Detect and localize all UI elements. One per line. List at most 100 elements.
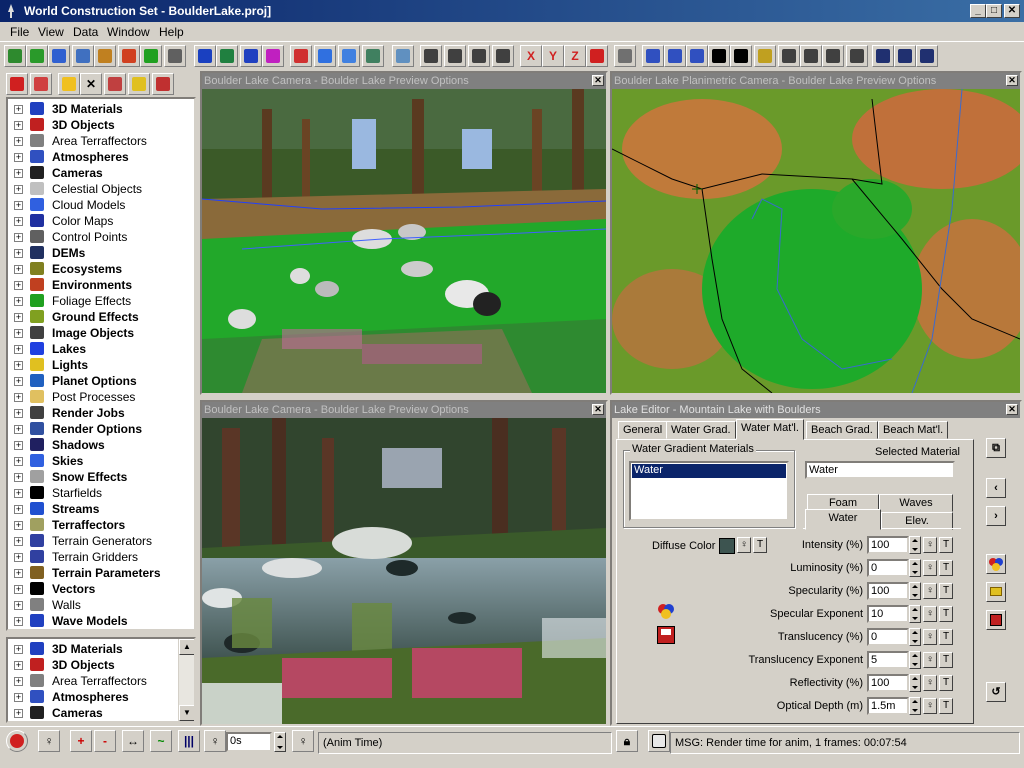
move-button[interactable]	[420, 45, 442, 67]
optical-depth-m-anim-button[interactable]: ♀	[923, 698, 937, 714]
specular-exponent-texture-button[interactable]: T	[939, 606, 953, 622]
menu-file[interactable]: File	[10, 25, 29, 39]
expand-icon[interactable]: +	[14, 457, 23, 466]
luminosity-texture-button[interactable]: T	[939, 560, 953, 576]
tab-general[interactable]: General	[618, 421, 668, 439]
scale-keys-button[interactable]: ↔	[122, 730, 144, 752]
open-button[interactable]	[128, 73, 150, 95]
subtab-waves[interactable]: Waves	[879, 494, 953, 512]
save-button[interactable]	[986, 610, 1006, 630]
expand-icon[interactable]: +	[14, 505, 23, 514]
translucency-input[interactable]: 0	[867, 628, 909, 646]
view-close-button[interactable]: ✕	[1006, 75, 1018, 86]
tree-item-ground-effects[interactable]: + Ground Effects	[8, 309, 188, 325]
expand-icon[interactable]: +	[14, 645, 23, 654]
timeline-button[interactable]: |||	[178, 730, 200, 752]
optical-depth-m-spinner[interactable]	[909, 697, 921, 715]
translucency-spinner[interactable]	[909, 628, 921, 646]
tree-item-planet-options[interactable]: + Planet Options	[8, 373, 188, 389]
tree-item-area-terraffectors[interactable]: + Area Terraffectors	[8, 673, 188, 689]
layout2-button[interactable]	[894, 45, 916, 67]
specularity-texture-button[interactable]: T	[939, 583, 953, 599]
menu-view[interactable]: View	[38, 25, 64, 39]
check-button[interactable]	[216, 45, 238, 67]
remove-key-button[interactable]: -	[94, 730, 116, 752]
expand-icon[interactable]: +	[14, 169, 23, 178]
expand-icon[interactable]: +	[14, 693, 23, 702]
arrows-button[interactable]	[492, 45, 514, 67]
expand-icon[interactable]: +	[14, 361, 23, 370]
minimize-button[interactable]: _	[970, 4, 986, 18]
planimetric-view[interactable]: Boulder Lake Planimetric Camera - Boulde…	[610, 71, 1022, 395]
intensity-texture-button[interactable]: T	[939, 537, 953, 553]
translucency-exponent-input[interactable]: 5	[867, 651, 909, 669]
tree-item-lights[interactable]: + Lights	[8, 357, 188, 373]
gradient-list-item[interactable]: Water	[632, 464, 786, 478]
previous-button[interactable]: ‹	[986, 478, 1006, 498]
y-axis-button[interactable]: Y	[542, 45, 564, 67]
zoom-pan-button[interactable]	[846, 45, 868, 67]
delete-button[interactable]	[708, 45, 730, 67]
tree-item-terraffectors[interactable]: + Terraffectors	[8, 517, 188, 533]
specularity-input[interactable]: 100	[867, 582, 909, 600]
specularity-anim-button[interactable]: ♀	[923, 583, 937, 599]
menu-help[interactable]: Help	[159, 25, 184, 39]
list-button[interactable]	[152, 73, 174, 95]
view-close-button[interactable]: ✕	[592, 404, 604, 415]
camera-button[interactable]	[164, 45, 186, 67]
expand-icon[interactable]: +	[14, 489, 23, 498]
intensity-spinner[interactable]	[909, 536, 921, 554]
graph-button[interactable]: ~	[150, 730, 172, 752]
broom-button[interactable]	[140, 45, 162, 67]
database-tree-secondary[interactable]: ▲ ▼ +3D Materials +3D Objects + Area Terraf…	[6, 637, 196, 723]
expand-icon[interactable]: +	[14, 441, 23, 450]
gradient-materials-list[interactable]: Water	[629, 461, 789, 521]
expand-icon[interactable]: +	[14, 153, 23, 162]
tree-item-atmospheres[interactable]: + Atmospheres	[8, 689, 188, 705]
tree-item-skies[interactable]: + Skies	[8, 453, 188, 469]
tree-item-render-options[interactable]: + Render Options	[8, 421, 188, 437]
cloud-button[interactable]	[338, 45, 360, 67]
points-button[interactable]	[614, 45, 636, 67]
tab-beach-matl[interactable]: Beach Mat'l.	[878, 421, 949, 439]
edit-point-button[interactable]	[642, 45, 664, 67]
expand-icon[interactable]: +	[14, 409, 23, 418]
expand-icon[interactable]: +	[14, 537, 23, 546]
anim-key-button[interactable]: ♀	[292, 730, 314, 752]
disable-button[interactable]	[30, 73, 52, 95]
tree-item-post-processes[interactable]: + Post Processes	[8, 389, 188, 405]
expand-icon[interactable]: +	[14, 661, 23, 670]
tree-item-3d-objects[interactable]: +3D Objects	[8, 117, 188, 133]
teapot-button[interactable]	[118, 45, 140, 67]
add-key-button[interactable]: +	[70, 730, 92, 752]
camera-view-preview[interactable]: Boulder Lake Camera - Boulder Lake Previ…	[200, 71, 608, 395]
keyframe-button[interactable]: ♀	[204, 730, 226, 752]
translucency-exponent-texture-button[interactable]: T	[939, 652, 953, 668]
menu-window[interactable]: Window	[107, 25, 150, 39]
expand-icon[interactable]: +	[14, 377, 23, 386]
zoom-fit-button[interactable]	[822, 45, 844, 67]
tree-item-cloud-models[interactable]: + Cloud Models	[8, 197, 188, 213]
tree-item-wave-models[interactable]: + Wave Models	[8, 613, 188, 629]
expand-icon[interactable]: +	[14, 281, 23, 290]
tree-item-terrain-gridders[interactable]: + Terrain Gridders	[8, 549, 188, 565]
tree-item-starfields[interactable]: + Starfields	[8, 485, 188, 501]
stop-button[interactable]	[6, 730, 28, 752]
database-tree[interactable]: +3D Materials +3D Objects + Area Terraffect…	[6, 97, 196, 631]
expand-icon[interactable]: +	[14, 521, 23, 530]
expand-icon[interactable]: +	[14, 249, 23, 258]
expand-icon[interactable]: +	[14, 553, 23, 562]
next-button[interactable]: ›	[986, 506, 1006, 526]
render-scene[interactable]	[202, 418, 606, 724]
expand-icon[interactable]: +	[14, 473, 23, 482]
subtab-water[interactable]: Water	[805, 509, 881, 530]
x-axis-button[interactable]: X	[520, 45, 542, 67]
updown-button[interactable]	[586, 45, 608, 67]
tree-button[interactable]	[26, 45, 48, 67]
tree-item-control-points[interactable]: + Control Points	[8, 229, 188, 245]
tree-item-color-maps[interactable]: + Color Maps	[8, 213, 188, 229]
translucency-exponent-anim-button[interactable]: ♀	[923, 652, 937, 668]
expand-icon[interactable]: +	[14, 709, 23, 718]
close-button[interactable]: ✕	[1004, 4, 1020, 18]
delete-button[interactable]: ✕	[80, 73, 102, 95]
